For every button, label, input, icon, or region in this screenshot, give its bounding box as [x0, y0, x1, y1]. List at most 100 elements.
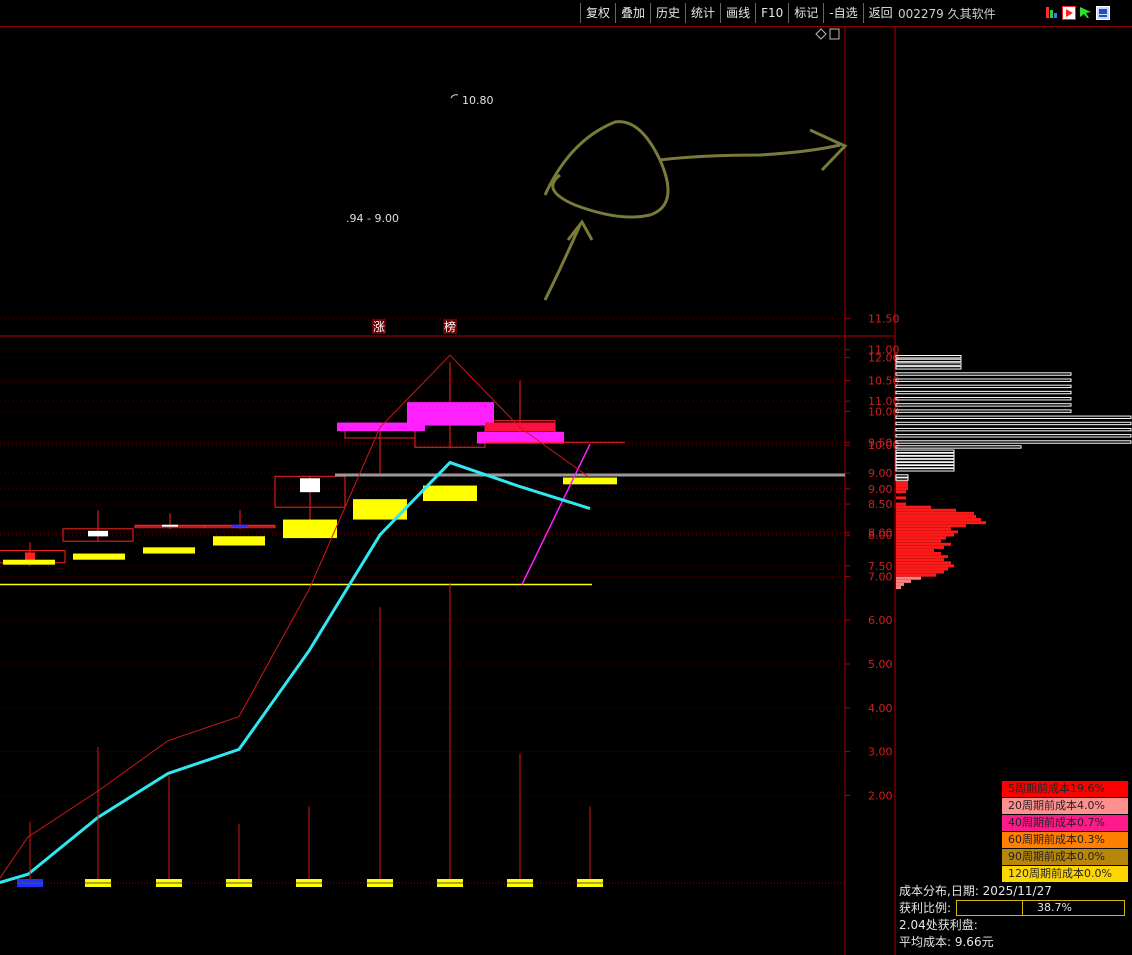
stock-title: 002279 久其软件 [898, 7, 996, 21]
cost-yellow-box [423, 485, 477, 502]
indicator-tick-label: 6.00 [868, 614, 893, 627]
cost-dist-bar [895, 452, 955, 457]
arrow-icon[interactable] [1079, 6, 1092, 19]
cost-dist-bar [895, 427, 1132, 432]
cost-yellow-box [143, 547, 195, 554]
cost-dist-bar [896, 582, 904, 586]
cost-dist-bar [895, 421, 1132, 426]
chart-canvas: 11.5011.0010.5010.009.509.008.508.007.50… [0, 27, 1132, 955]
cost-dist-bar [896, 521, 986, 525]
legend-row-60: 60周期前成本0.3% [1002, 832, 1128, 848]
price-range-label: .94 - 9.00 [346, 212, 399, 225]
cost-dist-bar [896, 536, 946, 540]
indicator-tick-label: 8.00 [868, 527, 893, 540]
cost-dist-bar [896, 533, 954, 537]
candle-inner-white [88, 530, 108, 537]
cost-dist-bar [896, 567, 948, 571]
legend-row-5: 5周期前成本19.6% [1002, 781, 1128, 797]
legend-row-40: 40周期前成本0.7% [1002, 815, 1128, 831]
cost-dist-bar [895, 384, 1072, 389]
cost-dist-bar [896, 508, 956, 512]
magenta-cost-box [407, 402, 494, 426]
cost-dist-bar [896, 505, 931, 509]
cost-dist-bar [896, 579, 911, 583]
price-tick-label: 9.00 [868, 467, 893, 480]
cost-dist-bar [895, 403, 1072, 407]
high-price-label: 10.80 [462, 94, 494, 107]
signal-marker-label: 榜 [444, 319, 456, 334]
cost-dist-bar [896, 548, 934, 552]
cost-dist-bar [895, 461, 955, 466]
cost-dist-bar [895, 397, 1072, 401]
signal-marker-label: 涨 [373, 319, 385, 334]
annotation-up-arrow-head [566, 219, 594, 241]
profit-ratio-fill [957, 901, 1023, 915]
cost-dist-bar [895, 434, 1132, 438]
cost-dist-bar [896, 545, 944, 549]
draw-line-button[interactable]: 画线 [720, 3, 755, 23]
cost-yellow-box [73, 553, 125, 560]
candle-doji-white [162, 524, 178, 527]
candle-inner-white [300, 478, 320, 493]
statistics-button[interactable]: 统计 [685, 3, 720, 23]
cost-legend: 5周期前成本19.6% 20周期前成本4.0% 40周期前成本0.7% 60周期… [1002, 781, 1128, 883]
cost-dist-bar [896, 496, 906, 500]
cost-dist-bar [896, 570, 944, 574]
cost-dist-bar [895, 468, 955, 472]
f10-button[interactable]: F10 [755, 3, 788, 23]
cost-dist-bar [896, 518, 981, 522]
cost-yellow-box [3, 559, 55, 565]
indicator-tick-label: 11.00 [868, 395, 900, 408]
mark-button[interactable]: 标记 [788, 3, 823, 23]
profit-ratio-value: 38.7% [1037, 901, 1072, 914]
history-button[interactable]: 历史 [650, 3, 685, 23]
cost-dist-bar [895, 465, 955, 469]
cost-dist-bar [896, 530, 958, 534]
cost-dist-bar [895, 449, 955, 453]
cost-dist-bar [896, 576, 921, 580]
cost-dist-bar [895, 477, 909, 481]
cost-dist-bar [896, 552, 941, 556]
cost-dist-bar [895, 390, 1072, 395]
cost-dist-bar [895, 445, 1022, 449]
cost-dist-bar [896, 527, 951, 531]
cost-dist-bar [895, 355, 962, 359]
toolbar: 复权 叠加 历史 统计 画线 F10 标记 -自选 返回 002279 久其软件 [0, 0, 1132, 27]
indicator-tick-label: 7.00 [868, 570, 893, 583]
indicator-tick-label: 3.00 [868, 746, 893, 759]
cost-yellow-box [283, 519, 337, 539]
magenta-cost-box [477, 431, 564, 444]
legend-row-20: 20周期前成本4.0% [1002, 798, 1128, 814]
annotation-arrow-line [659, 143, 841, 162]
cost-dist-bar [896, 561, 951, 565]
cost-dist-bar [896, 524, 966, 528]
play-icon[interactable] [1062, 6, 1076, 20]
restore-rights-button[interactable]: 复权 [580, 3, 615, 23]
profit-ratio-bar: 38.7% [956, 900, 1125, 916]
cost-dist-bar [896, 487, 908, 491]
indicator-tick-label: 10.00 [868, 439, 900, 452]
cost-dist-bar [896, 511, 974, 515]
cost-dist-bar [896, 480, 908, 484]
cost-dist-bar [896, 555, 948, 559]
overlay-button[interactable]: 叠加 [615, 3, 650, 23]
average-cost-line: 平均成本: 9.66元 [899, 935, 994, 949]
cost-dist-bar [896, 558, 944, 562]
monitor-icon[interactable] [1096, 6, 1110, 20]
cost-dist-bar [895, 358, 962, 363]
cost-dist-bar [895, 378, 1072, 382]
cost-dist-bar [896, 502, 906, 506]
cost-dist-bar [896, 586, 901, 590]
cost-dist-bar [895, 415, 1132, 419]
bar-chart-icon[interactable] [1045, 6, 1058, 19]
trend-line [521, 443, 591, 585]
diamond-icon [815, 28, 827, 40]
candle-doji-blue [232, 524, 248, 528]
remove-watchlist-button[interactable]: -自选 [823, 3, 862, 23]
cost-dist-bar [895, 458, 955, 463]
price-tick-label: 10.50 [868, 375, 900, 388]
cost-dist-bar [895, 440, 1132, 444]
legend-row-90: 90周期前成本0.0% [1002, 849, 1128, 865]
back-button[interactable]: 返回 [862, 3, 898, 23]
price-tick-label: 8.50 [868, 498, 893, 511]
